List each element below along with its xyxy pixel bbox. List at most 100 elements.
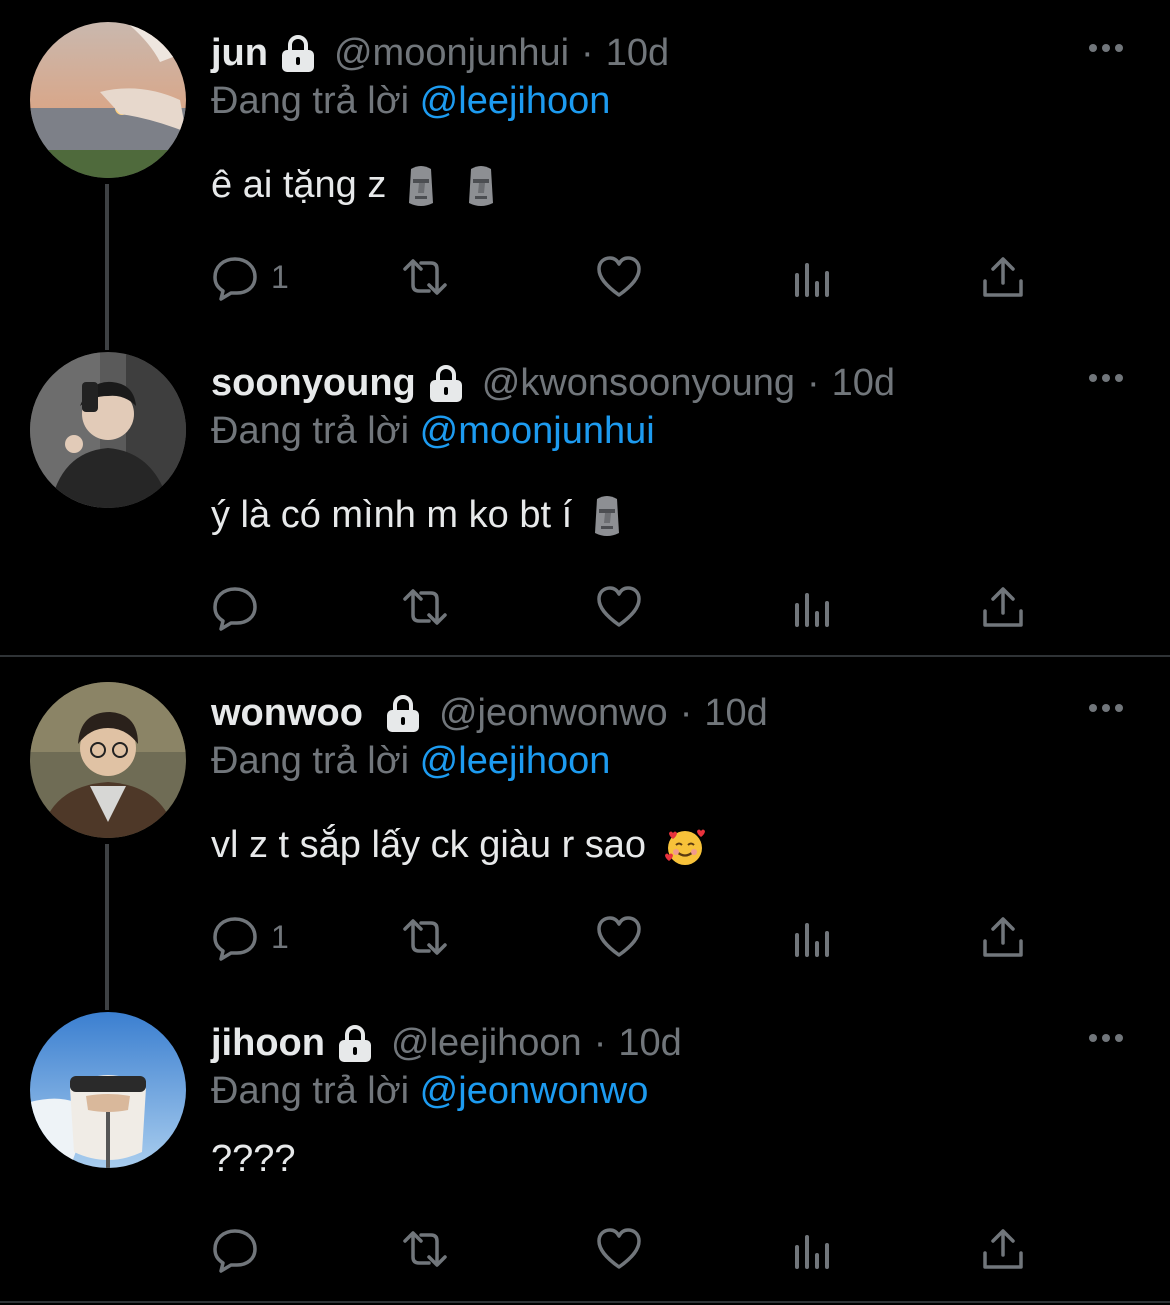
reply-count: 1: [271, 918, 289, 955]
reply-button[interactable]: [211, 1224, 271, 1274]
tweet[interactable]: soonyoung @kwonsoonyoung · 10d Đang trả …: [0, 330, 1170, 656]
tweet-text: ý là có mình m ko bt í: [211, 494, 573, 536]
heart-icon: [597, 256, 641, 297]
tweet[interactable]: jun @moonjunhui · 10d Đang trả lời @leej…: [0, 0, 1170, 350]
share-icon: [983, 917, 1023, 957]
reply-icon: [213, 1229, 257, 1273]
reply-context: Đang trả lời @moonjunhui: [211, 410, 655, 453]
mention-link[interactable]: @leejihoon: [420, 740, 611, 782]
retweet-button[interactable]: [401, 252, 449, 302]
moai-emoji: [408, 165, 433, 206]
share-icon: [983, 587, 1023, 627]
share-button[interactable]: [979, 1224, 1027, 1274]
mention-link[interactable]: @leejihoon: [420, 80, 611, 122]
tweet-text: ê ai tặng z: [211, 164, 387, 206]
views-chart-icon: [795, 593, 829, 627]
views-button[interactable]: [789, 582, 837, 632]
separator-dot: ·: [593, 1021, 607, 1064]
views-chart-icon: [795, 263, 829, 297]
lock-icon: [281, 35, 314, 72]
lock-icon: [429, 365, 462, 402]
like-button[interactable]: [595, 252, 643, 302]
retweet-button[interactable]: [401, 582, 449, 632]
user-handle[interactable]: @jeonwonwo: [439, 692, 668, 735]
reply-icon: [213, 587, 257, 631]
action-bar: 1: [211, 252, 1051, 302]
tweet-text: ????: [211, 1138, 296, 1180]
retweet-icon: [403, 919, 447, 955]
reply-prefix: Đang trả lời: [211, 410, 410, 452]
user-handle[interactable]: @leejihoon: [391, 1022, 582, 1065]
lock-icon: [338, 1025, 371, 1062]
user-handle[interactable]: @kwonsoonyoung: [482, 362, 795, 405]
action-bar: 1: [211, 912, 1051, 962]
moai-emoji: [469, 165, 494, 206]
tweet-text-row: ????: [211, 1138, 296, 1181]
display-name[interactable]: jihoon: [211, 1022, 325, 1065]
tweet-text: vl z t sắp lấy ck giàu r sao: [211, 824, 647, 866]
more-options-icon[interactable]: [1086, 1028, 1126, 1048]
action-bar: [211, 582, 1051, 632]
display-name[interactable]: jun: [211, 32, 268, 75]
mention-link[interactable]: @moonjunhui: [420, 410, 655, 452]
smiling-face-with-hearts-emoji: [664, 829, 705, 865]
retweet-icon: [403, 259, 447, 295]
reply-icon: [213, 917, 257, 961]
reply-context: Đang trả lời @leejihoon: [211, 80, 610, 123]
views-button[interactable]: [789, 252, 837, 302]
like-button[interactable]: [595, 582, 643, 632]
reply-button[interactable]: 1: [211, 252, 289, 302]
reply-prefix: Đang trả lời: [211, 740, 410, 782]
avatar[interactable]: [30, 352, 186, 508]
display-name[interactable]: soonyoung: [211, 362, 416, 405]
avatar[interactable]: [30, 682, 186, 838]
mention-link[interactable]: @jeonwonwo: [420, 1070, 649, 1112]
views-button[interactable]: [789, 912, 837, 962]
separator-dot: ·: [679, 691, 693, 734]
retweet-icon: [403, 589, 447, 625]
reply-icon: [213, 257, 257, 301]
display-name[interactable]: wonwoo: [211, 692, 363, 735]
reply-prefix: Đang trả lời: [211, 1070, 410, 1112]
tweet[interactable]: jihoon @leejihoon · 10d Đang trả lời @je…: [0, 990, 1170, 1302]
heart-icon: [597, 916, 641, 957]
reply-button[interactable]: 1: [211, 912, 289, 962]
views-chart-icon: [795, 1235, 829, 1269]
moai-emoji: [594, 495, 619, 536]
lock-icon: [386, 695, 419, 732]
avatar[interactable]: [30, 1012, 186, 1168]
share-button[interactable]: [979, 252, 1027, 302]
timestamp[interactable]: 10d: [832, 362, 895, 405]
tweet-text-row: vl z t sắp lấy ck giàu r sao: [211, 824, 707, 869]
retweet-button[interactable]: [401, 1224, 449, 1274]
timestamp[interactable]: 10d: [618, 1022, 681, 1065]
like-button[interactable]: [595, 1224, 643, 1274]
share-icon: [983, 1229, 1023, 1269]
reply-count: 1: [271, 258, 289, 295]
more-options-icon[interactable]: [1086, 38, 1126, 58]
share-button[interactable]: [979, 912, 1027, 962]
reply-context: Đang trả lời @jeonwonwo: [211, 1070, 648, 1113]
heart-icon: [597, 1228, 641, 1269]
action-bar: [211, 1224, 1051, 1274]
retweet-icon: [403, 1231, 447, 1267]
thread-divider: [0, 1301, 1170, 1303]
separator-dot: ·: [807, 361, 820, 404]
share-button[interactable]: [979, 582, 1027, 632]
reply-context: Đang trả lời @leejihoon: [211, 740, 610, 783]
timestamp[interactable]: 10d: [606, 32, 669, 75]
more-options-icon[interactable]: [1086, 698, 1126, 718]
timestamp[interactable]: 10d: [704, 692, 767, 735]
reply-prefix: Đang trả lời: [211, 80, 410, 122]
views-chart-icon: [795, 923, 829, 957]
share-icon: [983, 257, 1023, 297]
like-button[interactable]: [595, 912, 643, 962]
avatar[interactable]: [30, 22, 186, 178]
more-options-icon[interactable]: [1086, 368, 1126, 388]
reply-button[interactable]: [211, 582, 271, 632]
views-button[interactable]: [789, 1224, 837, 1274]
user-handle[interactable]: @moonjunhui: [334, 32, 569, 75]
tweet-text-row: ý là có mình m ko bt í: [211, 494, 625, 539]
tweet[interactable]: wonwoo @jeonwonwo · 10d Đang trả lời @le…: [0, 660, 1170, 1010]
retweet-button[interactable]: [401, 912, 449, 962]
